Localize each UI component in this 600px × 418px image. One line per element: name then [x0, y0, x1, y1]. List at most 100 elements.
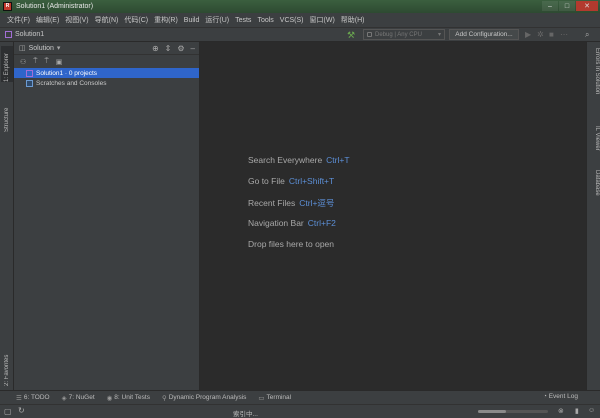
- menu-window[interactable]: 窗口(W): [307, 15, 338, 25]
- tip-recent-files: Recent Files Ctrl+逗号: [248, 197, 350, 218]
- tree-item-label: Solution1 · 0 projects: [36, 69, 98, 77]
- event-log-tab[interactable]: ◔ Event Log: [543, 393, 578, 400]
- database-tab[interactable]: Database: [588, 170, 600, 210]
- tip-label: Drop files here to open: [248, 239, 334, 249]
- maximize-button[interactable]: □: [559, 1, 575, 11]
- nuget-tab[interactable]: ◈ 7: NuGet: [62, 394, 95, 402]
- errors-in-solution-tab[interactable]: Errors In Solution: [588, 48, 600, 118]
- show-files-icon[interactable]: ⚇: [20, 58, 26, 66]
- chevron-down-icon[interactable]: ▾: [57, 44, 61, 52]
- menu-tools[interactable]: Tools: [254, 17, 276, 24]
- more-icon[interactable]: ⋯: [560, 30, 568, 39]
- hide-icon[interactable]: –: [191, 44, 195, 53]
- build-hammer-icon[interactable]: ⚒: [347, 30, 355, 41]
- editor-area[interactable]: Search Everywhere Ctrl+T Go to File Ctrl+S…: [201, 42, 586, 390]
- structure-tab[interactable]: Structure: [1, 96, 13, 132]
- status-bar: ▢ ↻ 索引中... ⊗ ▮ ☺: [0, 404, 600, 418]
- menu-help[interactable]: 帮助(H): [338, 15, 368, 25]
- menu-tests[interactable]: Tests: [232, 17, 254, 24]
- tip-label: Navigation Bar: [248, 218, 304, 228]
- breadcrumb[interactable]: Solution1: [5, 31, 44, 38]
- breadcrumb-solution: Solution1: [15, 31, 45, 38]
- menu-bar: 文件(F) 编辑(E) 视图(V) 导航(N) 代码(C) 重构(R) Buil…: [0, 13, 600, 27]
- tip-shortcut: Ctrl+T: [326, 155, 350, 165]
- menu-vcs[interactable]: VCS(S): [277, 17, 307, 24]
- tip-navigation-bar: Navigation Bar Ctrl+F2: [248, 218, 350, 239]
- todo-tab[interactable]: ☰ 6: TODO: [16, 394, 50, 402]
- tip-go-to-file: Go to File Ctrl+Shift+T: [248, 176, 350, 197]
- menu-view[interactable]: 视图(V): [62, 15, 91, 25]
- unit-tests-tab-label: 8: Unit Tests: [114, 394, 150, 401]
- errors-tab-label: Errors In Solution: [594, 48, 600, 95]
- dynamic-program-analysis-tab[interactable]: ⚲ Dynamic Program Analysis: [162, 394, 246, 402]
- favorites-tab[interactable]: 2: Favorites: [1, 342, 13, 386]
- menu-run[interactable]: 运行(U): [202, 15, 232, 25]
- solution-icon: [26, 69, 33, 77]
- analysis-icon: ⚲: [161, 394, 167, 402]
- unit-tests-tab[interactable]: ◉ 8: Unit Tests: [107, 394, 150, 402]
- database-tab-label: Database: [594, 170, 600, 196]
- close-window-button[interactable]: ✕: [576, 1, 598, 11]
- explorer-title[interactable]: Solution: [29, 45, 54, 52]
- run-icon[interactable]: ▶: [525, 30, 531, 39]
- minimize-button[interactable]: –: [542, 1, 558, 11]
- debug-icon[interactable]: ✲: [537, 30, 544, 39]
- unit-tests-icon: ◉: [106, 394, 113, 402]
- memory-icon[interactable]: ▮: [575, 407, 579, 415]
- tip-label: Go to File: [248, 176, 285, 186]
- layout-icon[interactable]: ▢: [4, 407, 12, 416]
- event-log-icon: ◔: [542, 393, 547, 400]
- chevron-down-icon: ▾: [437, 32, 441, 38]
- structure-tab-label: Structure: [4, 107, 10, 132]
- cancel-icon[interactable]: ⊗: [558, 407, 564, 415]
- terminal-tab[interactable]: ▭ Terminal: [258, 394, 291, 402]
- explorer-header: ◫ Solution ▾ ⊕ ⇕ ⚙ –: [14, 42, 199, 55]
- tree-item-solution[interactable]: Solution1 · 0 projects: [14, 68, 199, 78]
- tree-item-scratches[interactable]: Scratches and Consoles: [14, 78, 199, 88]
- tip-drop-files: Drop files here to open: [248, 239, 350, 260]
- config-icon: [367, 32, 372, 37]
- gear-icon[interactable]: ⚙: [177, 44, 184, 53]
- tip-shortcut: Ctrl+逗号: [299, 198, 335, 208]
- menu-navigate[interactable]: 导航(N): [92, 15, 122, 25]
- filter-icon[interactable]: ⍑: [44, 58, 48, 66]
- collapse-icon[interactable]: ⇕: [165, 44, 172, 53]
- nuget-icon: ◈: [61, 394, 67, 402]
- menu-build[interactable]: Build: [181, 17, 203, 24]
- locate-icon[interactable]: ⊕: [152, 44, 159, 53]
- il-viewer-tab-label: IL Viewer: [594, 126, 600, 151]
- add-configuration-button[interactable]: Add Configuration...: [449, 29, 519, 40]
- explorer-tab-label: 1: Explorer: [4, 52, 10, 82]
- run-configuration-select[interactable]: Debug | Any CPU ▾: [363, 29, 445, 40]
- il-viewer-tab[interactable]: IL Viewer: [588, 126, 600, 166]
- menu-code[interactable]: 代码(C): [121, 15, 151, 25]
- explorer-tab[interactable]: 1: Explorer: [1, 46, 13, 82]
- editor-empty-tips: Search Everywhere Ctrl+T Go to File Ctrl+S…: [248, 155, 350, 260]
- preview-icon[interactable]: ▣: [56, 58, 63, 66]
- tip-search-everywhere: Search Everywhere Ctrl+T: [248, 155, 350, 176]
- pin-icon[interactable]: ⍑: [33, 58, 37, 66]
- menu-edit[interactable]: 编辑(E): [33, 15, 62, 25]
- explorer-toolbar: ⚇ ⍑ ⍑ ▣: [14, 55, 199, 68]
- favorites-tab-label: 2: Favorites: [4, 354, 10, 386]
- todo-tab-label: 6: TODO: [23, 394, 50, 401]
- stop-icon[interactable]: ■: [549, 30, 554, 39]
- config-select-value: Debug | Any CPU: [375, 31, 422, 38]
- search-icon[interactable]: ⌕: [585, 30, 589, 40]
- nuget-tab-label: 7: NuGet: [68, 394, 95, 401]
- status-text: 索引中...: [233, 411, 258, 418]
- spinner-icon: ↻: [18, 406, 25, 415]
- event-log-label: Event Log: [548, 393, 578, 400]
- window-title: Solution1 (Administrator): [16, 3, 94, 10]
- rider-app-icon: R: [3, 2, 12, 11]
- tip-label: Search Everywhere: [248, 155, 323, 165]
- scratches-icon: [26, 79, 33, 87]
- menu-refactor[interactable]: 重构(R): [151, 15, 181, 25]
- terminal-icon: ▭: [258, 394, 265, 402]
- menu-file[interactable]: 文件(F): [4, 15, 33, 25]
- tip-shortcut: Ctrl+Shift+T: [288, 176, 335, 186]
- bottom-tool-bar: ☰ 6: TODO ◈ 7: NuGet ◉ 8: Unit Tests ⚲ Dynam…: [0, 390, 600, 404]
- solution-view-icon: ◫: [19, 45, 26, 52]
- progress-fill: [478, 410, 506, 413]
- notifications-icon[interactable]: ☺: [588, 407, 595, 414]
